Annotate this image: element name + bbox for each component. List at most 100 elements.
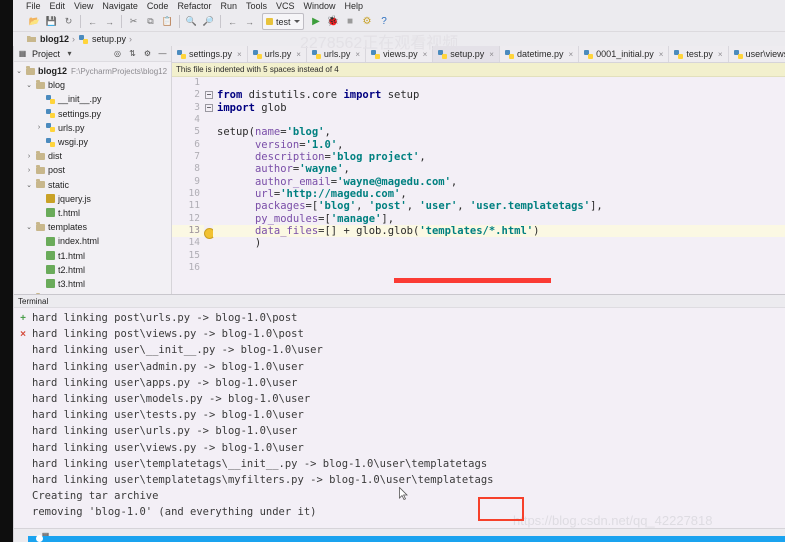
menu-item-refactor[interactable]: Refactor	[177, 0, 211, 12]
paste-icon[interactable]: 📋	[159, 13, 176, 30]
close-icon[interactable]: ×	[487, 50, 494, 59]
run-configuration-selector[interactable]: test	[262, 13, 304, 30]
profile-icon[interactable]: ⚙	[359, 13, 376, 30]
tree-expand-arrow-icon[interactable]: ›	[24, 153, 34, 160]
editor-tab[interactable]: user\views.py×	[728, 46, 785, 62]
code-line[interactable]: packages=['blog', 'post', 'user', 'user.…	[213, 200, 785, 212]
collapse-icon[interactable]: ⇅	[127, 48, 138, 59]
chevron-down-icon[interactable]: ▾	[64, 48, 75, 59]
tree-expand-arrow-icon[interactable]: ⌄	[24, 81, 34, 89]
tree-item[interactable]: ⌄ blog	[14, 78, 171, 92]
menu-item-view[interactable]: View	[74, 0, 93, 12]
add-terminal-icon[interactable]: +	[14, 310, 32, 326]
save-icon[interactable]: 💾	[43, 13, 60, 30]
menu-item-edit[interactable]: Edit	[50, 0, 66, 12]
menu-item-tools[interactable]: Tools	[246, 0, 267, 12]
terminal-output[interactable]: hard linking post\urls.py -> blog-1.0\po…	[32, 308, 785, 528]
tree-item[interactable]: › dist	[14, 149, 171, 163]
code-content[interactable]: from distutils.core import setup import g…	[213, 77, 785, 294]
code-line[interactable]: version='1.0',	[213, 139, 785, 151]
stop-icon[interactable]: ■	[342, 13, 359, 30]
tree-item[interactable]: › urls.py	[14, 121, 171, 135]
code-line[interactable]: data_files=[] + glob.glob('templates/*.h…	[213, 225, 785, 238]
cut-icon[interactable]: ✂	[125, 13, 142, 30]
code-line[interactable]: py_modules=['manage'],	[213, 213, 785, 225]
sync-icon[interactable]: ↻	[60, 13, 77, 30]
editor-tab[interactable]: urls.py ×	[247, 46, 307, 62]
code-line[interactable]: setup(name='blog',	[213, 126, 785, 138]
close-icon[interactable]: ×	[294, 50, 301, 59]
tree-item[interactable]: t2.html	[14, 263, 171, 277]
close-icon[interactable]: ×	[353, 50, 360, 59]
menu-item-help[interactable]: Help	[345, 0, 364, 12]
redo-icon[interactable]: →	[101, 13, 118, 30]
tree-expand-arrow-icon[interactable]: ⌄	[24, 181, 34, 189]
breadcrumb-file[interactable]: setup.py	[92, 34, 126, 44]
tree-item[interactable]: ⌄ static	[14, 178, 171, 192]
help-icon[interactable]: ?	[376, 13, 393, 30]
editor-scrollbar[interactable]	[781, 77, 785, 294]
copy-icon[interactable]: ⧉	[142, 13, 159, 30]
menu-item-vcs[interactable]: VCS	[276, 0, 295, 12]
editor-tab[interactable]: urls.py ×	[306, 46, 367, 62]
menu-item-file[interactable]: File	[26, 0, 41, 12]
menu-item-window[interactable]: Window	[304, 0, 336, 12]
settings-icon[interactable]: ⚙	[142, 48, 153, 59]
code-line[interactable]: author='wayne',	[213, 163, 785, 175]
close-icon[interactable]: ×	[235, 50, 242, 59]
editor-tab[interactable]: test.py ×	[669, 46, 729, 62]
code-fold-column[interactable]	[204, 77, 215, 294]
menu-item-navigate[interactable]: Navigate	[102, 0, 138, 12]
open-folder-icon[interactable]: 📂	[26, 13, 43, 30]
close-icon[interactable]: ×	[567, 50, 574, 59]
close-icon[interactable]: ×	[421, 50, 428, 59]
debug-icon[interactable]: 🐞	[325, 13, 342, 30]
fold-marker-line2[interactable]	[205, 91, 213, 99]
code-area[interactable]: 1 2 3 4 5 6 7 8 9 10 11 12 13 14 15 16 from distutils.c…	[172, 77, 785, 294]
hide-icon[interactable]: ―	[157, 48, 168, 59]
tree-item[interactable]: t3.html	[14, 277, 171, 291]
tree-expand-arrow-icon[interactable]: ›	[34, 124, 44, 131]
tree-item[interactable]: ⌄ blog12 F:\PycharmProjects\blog12	[14, 64, 171, 78]
code-line[interactable]	[213, 250, 785, 262]
menu-item-code[interactable]: Code	[147, 0, 169, 12]
code-line[interactable]	[213, 77, 785, 89]
close-icon[interactable]: ×	[657, 50, 664, 59]
code-line[interactable]: from distutils.core import setup	[213, 89, 785, 101]
code-line[interactable]	[213, 114, 785, 126]
editor-tab[interactable]: 0001_initial.py ×	[579, 46, 670, 62]
target-icon[interactable]: ◎	[112, 48, 123, 59]
tree-item[interactable]: wsgi.py	[14, 135, 171, 149]
tree-item[interactable]: index.html	[14, 234, 171, 248]
undo-icon[interactable]: ←	[84, 13, 101, 30]
code-line[interactable]: url='http://magedu.com',	[213, 188, 785, 200]
editor-tab[interactable]: views.py ×	[366, 46, 434, 62]
run-icon[interactable]: ▶	[308, 13, 325, 30]
code-line[interactable]: description='blog project',	[213, 151, 785, 163]
close-terminal-icon[interactable]: ×	[14, 326, 32, 342]
tree-item[interactable]: t1.html	[14, 248, 171, 262]
find-icon[interactable]: 🔍	[183, 13, 200, 30]
breadcrumb-project[interactable]: blog12	[40, 34, 69, 44]
editor-tab[interactable]: datetime.py ×	[499, 46, 580, 62]
tree-expand-arrow-icon[interactable]: ›	[24, 167, 34, 174]
tree-item[interactable]: › post	[14, 163, 171, 177]
forward-icon[interactable]: →	[241, 13, 258, 30]
menu-item-run[interactable]: Run	[220, 0, 237, 12]
tree-item[interactable]: settings.py	[14, 107, 171, 121]
code-line[interactable]: )	[213, 237, 785, 249]
code-line[interactable]: author_email='wayne@magedu.com',	[213, 176, 785, 188]
replace-icon[interactable]: 🔎	[200, 13, 217, 30]
tree-item[interactable]: ⌄ templates	[14, 220, 171, 234]
tree-item[interactable]: __init__.py	[14, 92, 171, 106]
back-icon[interactable]: ←	[224, 13, 241, 30]
close-icon[interactable]: ×	[716, 50, 723, 59]
chevron-down-icon[interactable]	[293, 20, 300, 23]
tree-item[interactable]: t.html	[14, 206, 171, 220]
tree-expand-arrow-icon[interactable]: ⌄	[14, 67, 24, 75]
tree-item[interactable]: jquery.js	[14, 192, 171, 206]
editor-tab[interactable]: setup.py ×	[433, 46, 500, 62]
code-line[interactable]	[213, 262, 785, 274]
editor-tab[interactable]: settings.py ×	[172, 46, 248, 62]
tree-expand-arrow-icon[interactable]: ⌄	[24, 223, 34, 231]
